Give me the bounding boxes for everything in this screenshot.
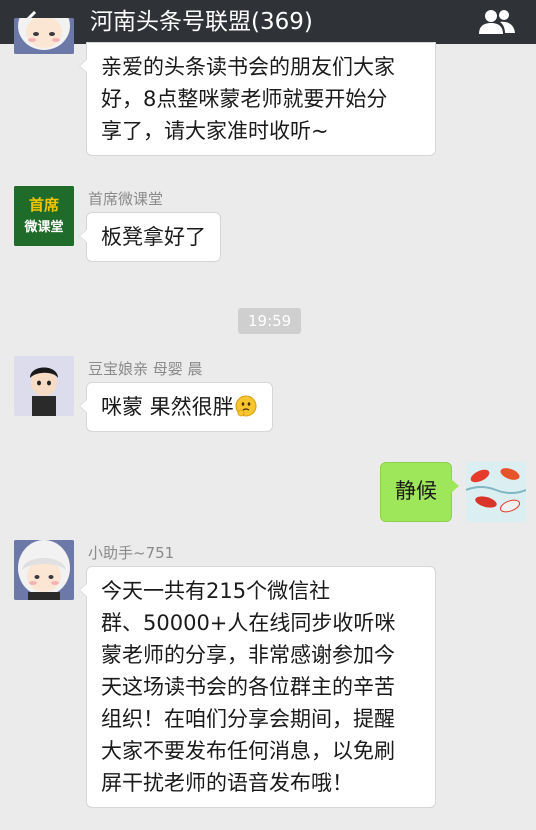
top-bar: 河南头条号联盟(369) [0, 0, 536, 44]
message-line: 屏干扰老师的语音发布哦！ [101, 771, 353, 795]
group-members-icon [479, 10, 515, 34]
avatar[interactable] [14, 540, 74, 600]
message-line: 群、50000+人在线同步收听咪 [101, 611, 396, 635]
message-line: 组织！在咱们分享会期间，提醒 [101, 707, 395, 731]
avatar[interactable] [14, 356, 74, 416]
message-line: 享了，请大家准时收听~ [101, 119, 329, 143]
message-line: 亲爱的头条读书会的朋友们大家 [101, 55, 395, 79]
message-line: 好，8点整咪蒙老师就要开始分 [101, 87, 388, 111]
message-line: 蒙老师的分享，非常感谢参加今 [101, 643, 395, 667]
sender-name: 首席微课堂 [88, 190, 164, 208]
sender-name: 小助手~751 [88, 544, 175, 562]
message-line: 天这场读书会的各位群主的辛苦 [101, 675, 395, 699]
avatar[interactable]: 首席 微课堂 [14, 186, 74, 246]
timestamp: 19:59 [238, 308, 302, 334]
self-avatar[interactable] [466, 462, 526, 522]
message-bubble[interactable]: 今天一共有215个微信社 群、50000+人在线同步收听咪 蒙老师的分享，非常感… [79, 566, 436, 808]
group-members-button[interactable] [476, 6, 518, 38]
avatar-logo-text: 首席 [29, 196, 59, 214]
message-text: 咪蒙 果然很胖 [101, 395, 234, 419]
thinking-emoji-icon [235, 395, 257, 417]
message-bubble[interactable]: 咪蒙 果然很胖 [79, 382, 273, 432]
sender-name: 豆宝娘亲 母婴 晨 [88, 360, 203, 378]
message-text: 板凳拿好了 [101, 225, 206, 249]
message-text: 静候 [395, 479, 437, 503]
avatar-logo-text: 微课堂 [23, 219, 63, 235]
chat-title: 河南头条号联盟(369) [90, 9, 313, 35]
avatar[interactable] [14, 18, 74, 54]
message-line: 今天一共有215个微信社 [101, 579, 331, 603]
message-bubble[interactable]: 板凳拿好了 [79, 212, 221, 262]
message-bubble[interactable]: 亲爱的头条读书会的朋友们大家 好，8点整咪蒙老师就要开始分 享了，请大家准时收听… [79, 42, 436, 156]
chat-message-list[interactable]: 亲爱的头条读书会的朋友们大家 好，8点整咪蒙老师就要开始分 享了，请大家准时收听… [0, 18, 536, 830]
message-bubble-self[interactable]: 静候 [380, 462, 459, 522]
message-line: 大家不要发布任何消息，以免刷 [101, 739, 395, 763]
